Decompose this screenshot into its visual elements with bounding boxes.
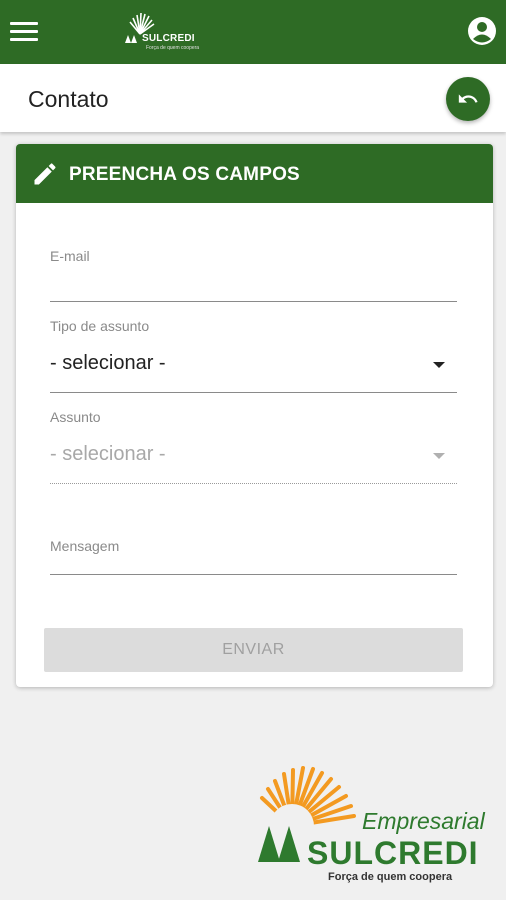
email-underline: [50, 301, 457, 302]
message-field[interactable]: Mensagem: [50, 534, 457, 586]
subject-underline: [50, 483, 457, 484]
subject-type-label: Tipo de assunto: [50, 318, 150, 334]
send-button[interactable]: ENVIAR: [44, 628, 463, 672]
subject-type-value[interactable]: - selecionar -: [50, 352, 166, 375]
sulcredi-empresarial-logo: Empresarial SULCREDI Força de quem coope…: [256, 762, 492, 886]
subject-select: Assunto - selecionar -: [50, 406, 457, 488]
message-underline: [50, 574, 457, 575]
logo-slogan: Força de quem coopera: [328, 871, 453, 883]
card-title: PREENCHA OS CAMPOS: [69, 164, 300, 185]
header-brand-tagline: Força de quem coopera: [146, 45, 200, 51]
chevron-down-icon[interactable]: [433, 362, 445, 368]
logo-line-empresarial: Empresarial: [362, 808, 485, 834]
undo-icon: [458, 94, 478, 103]
subject-label: Assunto: [50, 409, 101, 425]
header-brand-name: SULCREDI: [142, 33, 195, 44]
contact-form-card: PREENCHA OS CAMPOS E-mail Tipo de assunt…: [16, 144, 493, 687]
card-header: PREENCHA OS CAMPOS: [16, 144, 493, 203]
logo-line-brand: SULCREDI: [307, 835, 479, 871]
header-logo: SULCREDI Força de quem coopera: [120, 8, 204, 54]
app-bar: SULCREDI Força de quem coopera: [0, 0, 506, 64]
page-header: Contato: [0, 64, 506, 132]
chevron-down-icon: [433, 453, 445, 459]
email-label: E-mail: [50, 248, 90, 264]
menu-icon[interactable]: [10, 20, 38, 44]
account-icon[interactable]: [467, 16, 497, 46]
message-label: Mensagem: [50, 538, 120, 554]
page-title: Contato: [28, 86, 109, 112]
back-button[interactable]: [446, 77, 490, 121]
pencil-icon: [34, 163, 56, 185]
email-field[interactable]: E-mail: [50, 244, 457, 304]
subject-value: - selecionar -: [50, 443, 166, 465]
subject-type-underline: [50, 392, 457, 393]
subject-type-select[interactable]: Tipo de assunto - selecionar -: [50, 314, 457, 396]
